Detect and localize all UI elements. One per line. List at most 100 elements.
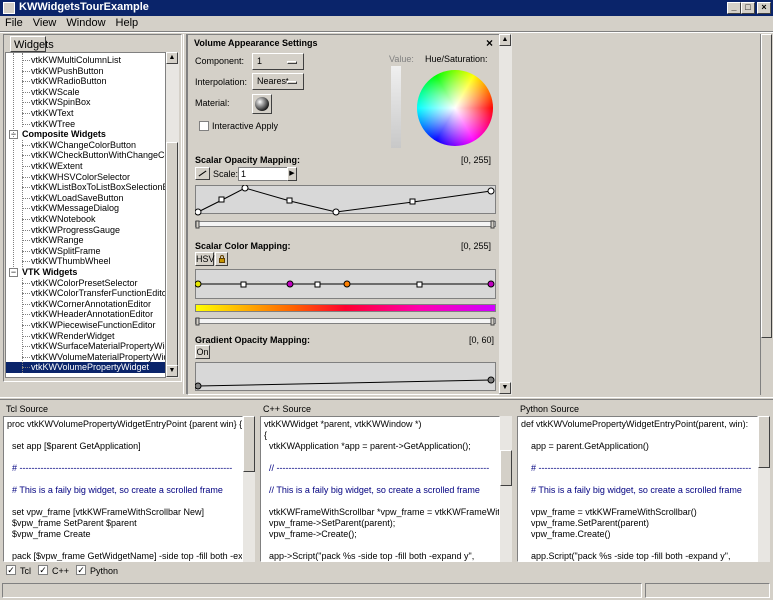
scalar-opacity-range: [0, 255]	[461, 155, 492, 165]
cpp-checkbox[interactable]: ✓	[38, 565, 48, 575]
tree-item[interactable]: vtkKWMultiColumnList	[31, 55, 121, 66]
material-button[interactable]	[252, 94, 272, 114]
tree-item[interactable]: vtkKWSpinBox	[31, 97, 91, 108]
right-scrollbar[interactable]	[760, 34, 772, 395]
value-slider[interactable]	[391, 66, 401, 148]
scale-input[interactable]: 1	[238, 167, 289, 181]
python-scroll-thumb[interactable]	[758, 416, 770, 468]
python-checkbox[interactable]: ✓	[76, 565, 86, 575]
tcl-scrollbar[interactable]	[243, 416, 255, 562]
tree-item[interactable]: vtkKWHSVColorSelector	[31, 172, 130, 183]
volume-panel-scrollbar[interactable]: ▲ ▼	[499, 34, 512, 395]
tree-item[interactable]: vtkKWNotebook	[31, 214, 96, 225]
component-label: Component:	[195, 56, 245, 66]
tree-item[interactable]: vtkKWPushButton	[31, 66, 104, 77]
hsv-button[interactable]: HSV	[195, 252, 215, 266]
collapse-icon[interactable]: −	[9, 268, 18, 277]
tree-item[interactable]: vtkKWSplitFrame	[31, 246, 101, 257]
code-line: vpw_frame.SetParent(parent)	[521, 518, 650, 528]
component-value: 1	[257, 56, 263, 66]
tree-item[interactable]: vtkKWMessageDialog	[31, 203, 119, 214]
tree-item[interactable]: vtkKWCornerAnnotationEditor	[31, 299, 151, 310]
color-function-canvas[interactable]	[195, 269, 497, 327]
tree-item[interactable]: vtkKWThumbWheel	[31, 256, 111, 267]
tree-item[interactable]: vtkKWRadioButton	[31, 76, 107, 87]
code-line: def vtkKWVolumePropertyWidgetEntryPoint(…	[521, 419, 749, 429]
interactive-apply-label: Interactive Apply	[212, 121, 279, 131]
maximize-button[interactable]: □	[741, 2, 755, 14]
tree-item[interactable]: vtkKWExtent	[31, 161, 83, 172]
tcl-scroll-thumb[interactable]	[243, 416, 255, 472]
python-scrollbar[interactable]	[758, 416, 770, 562]
tcl-checkbox[interactable]: ✓	[6, 565, 16, 575]
on-button[interactable]: On	[195, 345, 210, 359]
tree-item[interactable]: vtkKWColorPresetSelector	[31, 278, 138, 289]
material-sphere-icon	[255, 97, 269, 111]
scroll-down-icon[interactable]: ▼	[499, 382, 511, 394]
tree-item[interactable]: vtkKWSurfaceMaterialPropertyWidget	[31, 341, 165, 352]
close-panel-icon[interactable]: ×	[486, 37, 493, 50]
tree-scrollbar[interactable]: ▲ ▼	[166, 52, 179, 378]
scroll-up-icon[interactable]: ▲	[166, 52, 178, 64]
interactive-apply-checkbox[interactable]	[199, 121, 209, 131]
menu-help[interactable]: Help	[111, 16, 144, 29]
scroll-up-icon[interactable]: ▲	[499, 34, 511, 46]
scroll-down-icon[interactable]: ▼	[166, 365, 178, 377]
menu-file[interactable]: File	[0, 16, 28, 29]
code-line: // -------------------------------------…	[264, 463, 490, 473]
tree-item[interactable]: vtkKWVolumePropertyWidget	[6, 362, 165, 374]
progress-gauge	[645, 583, 770, 598]
tree-item[interactable]: vtkKWScale	[31, 87, 80, 98]
tree-item[interactable]: vtkKWProgressGauge	[31, 225, 120, 236]
code-line: vpw_frame->Create();	[264, 529, 357, 539]
cpp-source-text[interactable]: vtkKWWidget *parent, vtkKWWindow *){ vtk…	[260, 416, 500, 562]
code-line: // This is a faily big widget, so create…	[264, 485, 480, 495]
tree-scroll-thumb[interactable]	[166, 142, 178, 368]
scale-arrow-icon[interactable]: ▶	[287, 167, 297, 181]
right-scroll-thumb[interactable]	[761, 34, 772, 338]
tree-item[interactable]: vtkKWText	[31, 108, 74, 119]
title-bar: KWWidgetsTourExample _ □ ×	[0, 0, 773, 16]
cpp-scroll-thumb[interactable]	[500, 450, 512, 486]
tree-item[interactable]: vtkKWColorTransferFunctionEditor	[31, 288, 165, 299]
scale-label: Scale:	[213, 169, 239, 179]
code-line: vpw_frame->SetParent(parent);	[264, 518, 396, 528]
interpolation-menu[interactable]: Nearest	[252, 73, 304, 90]
tree-item[interactable]: vtkKWHeaderAnnotationEditor	[31, 309, 153, 320]
code-line: {	[264, 430, 268, 440]
code-line: $vpw_frame Create	[7, 529, 91, 539]
tree-item[interactable]: vtkKWRenderWidget	[31, 331, 115, 342]
tree-item[interactable]: vtkKWPiecewiseFunctionEditor	[31, 320, 156, 331]
hue-saturation-wheel[interactable]	[417, 70, 493, 146]
scalar-color-range: [0, 255]	[461, 241, 492, 251]
menu-window[interactable]: Window	[61, 16, 110, 29]
menu-view[interactable]: View	[28, 16, 62, 29]
tree-item[interactable]: vtkKWCheckButtonWithChangeColorBut	[31, 150, 165, 161]
tree-group[interactable]: Composite Widgets	[22, 129, 106, 140]
minimize-button[interactable]: _	[727, 2, 741, 14]
code-line: vtkKWWidget *parent, vtkKWWindow *)	[264, 419, 422, 429]
tcl-source-text[interactable]: proc vtkKWVolumePropertyWidgetEntryPoint…	[3, 416, 243, 562]
gradient-function-canvas[interactable]	[195, 362, 497, 392]
code-line: vtkKWFrameWithScrollbar *vpw_frame = vtk…	[269, 507, 500, 517]
tree-item[interactable]: vtkKWListBoxToListBoxSelectionEditor	[31, 182, 165, 193]
tab-widgets[interactable]: Widgets	[10, 36, 54, 52]
python-check-label: Python	[90, 566, 119, 576]
value-label: Value:	[389, 54, 414, 64]
tree-item[interactable]: vtkKWVolumeMaterialPropertyWidget	[31, 352, 165, 363]
opacity-function-canvas[interactable]	[195, 185, 497, 233]
tree-item[interactable]: vtkKWLoadSaveButton	[31, 193, 124, 204]
cpp-scrollbar[interactable]	[500, 416, 512, 562]
tree-item[interactable]: vtkKWRange	[31, 235, 84, 246]
tree-group[interactable]: VTK Widgets	[22, 267, 77, 278]
close-button[interactable]: ×	[757, 2, 771, 14]
component-menu[interactable]: 1	[252, 53, 304, 70]
python-source-text[interactable]: def vtkKWVolumePropertyWidgetEntryPoint(…	[517, 416, 758, 562]
source-toggles: ✓ Tcl ✓ C++ ✓ Python	[6, 565, 206, 579]
tree-item[interactable]: vtkKWTree	[31, 119, 75, 130]
tree-item[interactable]: vtkKWChangeColorButton	[31, 140, 136, 151]
lock-icon[interactable]	[215, 252, 228, 266]
horizontal-splitter[interactable]	[0, 397, 773, 400]
opacity-edit-icon[interactable]	[195, 167, 210, 180]
